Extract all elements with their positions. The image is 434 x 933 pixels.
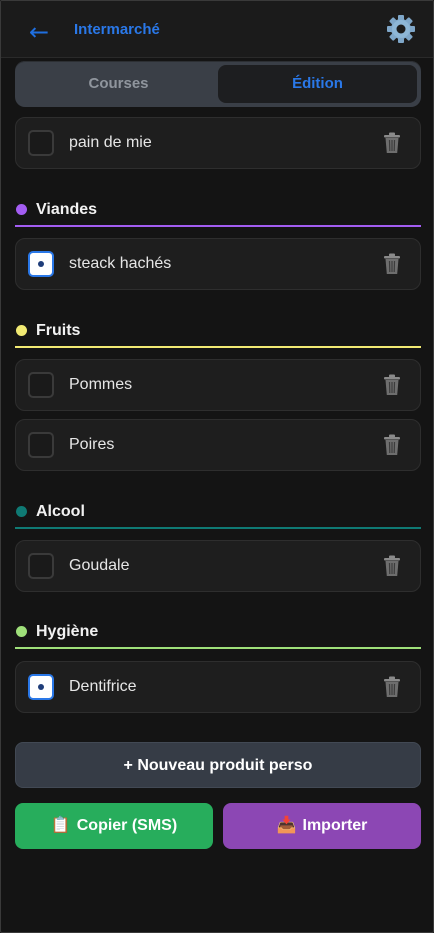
item-checkbox[interactable]: [28, 432, 54, 458]
item-label: steack hachés: [69, 255, 172, 272]
category-divider: [15, 346, 421, 348]
app-header: ← Intermarché: [1, 1, 433, 58]
category-dot: [16, 325, 27, 336]
copy-sms-button[interactable]: 📋 Copier (SMS): [15, 803, 213, 849]
category-header-viandes: Viandes: [15, 193, 421, 227]
store-title: Intermarché: [74, 21, 160, 38]
mode-toggle: Courses Édition: [15, 61, 421, 107]
item-label: Pommes: [69, 376, 133, 393]
app-frame: ← Intermarché Courses Édition pain de mi…: [0, 0, 434, 933]
category-name: Alcool: [36, 503, 85, 520]
item-label: Dentifrice: [69, 678, 137, 695]
list-item[interactable]: Goudale: [15, 540, 421, 592]
category-dot: [16, 204, 27, 215]
trash-icon[interactable]: [382, 253, 402, 275]
copy-sms-label: Copier (SMS): [76, 817, 178, 834]
category-header-fruits: Fruits: [15, 314, 421, 348]
item-label: Poires: [69, 436, 115, 453]
import-button[interactable]: 📥 Importer: [223, 803, 421, 849]
category-divider: [15, 527, 421, 529]
item-checkbox[interactable]: [28, 130, 54, 156]
item-checkbox[interactable]: [28, 251, 54, 277]
category-header-hygiene: Hygiène: [15, 615, 421, 649]
inbox-tray-icon: 📥: [276, 817, 297, 834]
category-name: Hygiène: [36, 623, 99, 640]
list-item[interactable]: Pommes: [15, 359, 421, 411]
list-item[interactable]: Poires: [15, 419, 421, 471]
import-label: Importer: [302, 817, 368, 834]
category-dot: [16, 626, 27, 637]
new-product-button[interactable]: + Nouveau produit perso: [15, 742, 421, 788]
trash-icon[interactable]: [382, 434, 402, 456]
item-label: pain de mie: [69, 134, 152, 151]
list-item[interactable]: Dentifrice: [15, 661, 421, 713]
category-divider: [15, 225, 421, 227]
category-name: Fruits: [36, 322, 81, 339]
list-item[interactable]: steack hachés: [15, 238, 421, 290]
item-label: Goudale: [69, 557, 130, 574]
category-divider: [15, 647, 421, 649]
item-checkbox[interactable]: [28, 553, 54, 579]
item-checkbox[interactable]: [28, 674, 54, 700]
back-arrow-icon[interactable]: ←: [29, 17, 49, 47]
clipboard-icon: 📋: [50, 817, 71, 834]
category-header-alcool: Alcool: [15, 495, 421, 529]
tab-edition[interactable]: Édition: [218, 65, 417, 103]
gear-icon[interactable]: [386, 14, 416, 44]
category-dot: [16, 506, 27, 517]
list-item[interactable]: pain de mie: [15, 117, 421, 169]
trash-icon[interactable]: [382, 555, 402, 577]
trash-icon[interactable]: [382, 132, 402, 154]
trash-icon[interactable]: [382, 676, 402, 698]
item-checkbox[interactable]: [28, 372, 54, 398]
trash-icon[interactable]: [382, 374, 402, 396]
category-name: Viandes: [36, 201, 98, 218]
tab-courses[interactable]: Courses: [19, 65, 218, 103]
